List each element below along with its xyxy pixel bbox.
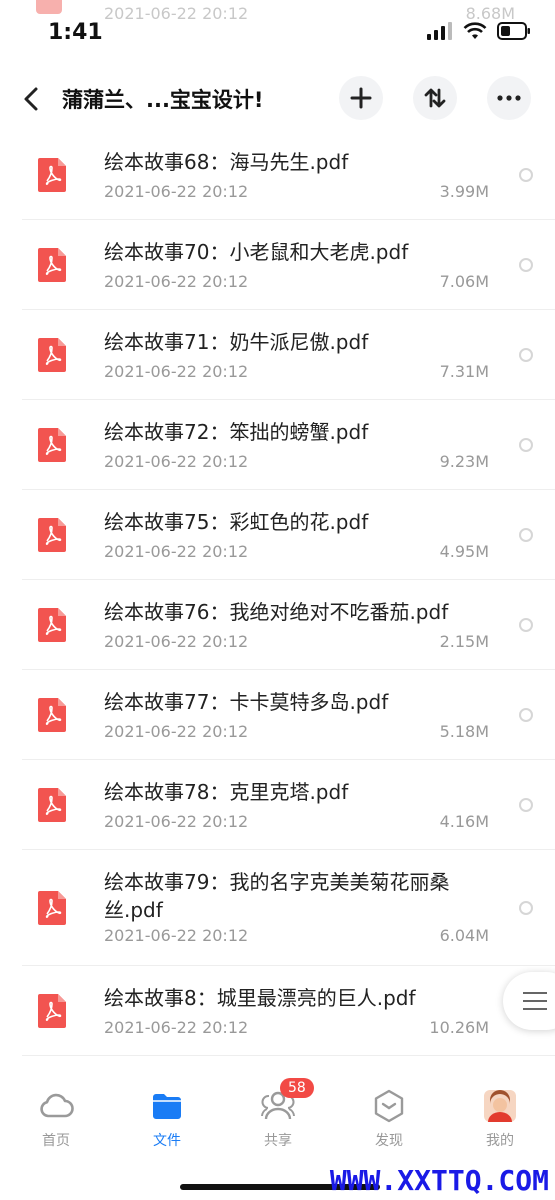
- file-date: 2021-06-22 20:12: [104, 542, 249, 561]
- sort-button[interactable]: [413, 76, 457, 120]
- menu-icon-line: [523, 1008, 547, 1010]
- floating-menu-button[interactable]: [503, 972, 555, 1030]
- file-size: 4.16M: [439, 812, 489, 831]
- file-name: 绘本故事68：海马先生.pdf: [104, 150, 349, 174]
- file-name: 绘本故事70：小老鼠和大老虎.pdf: [104, 240, 409, 264]
- file-list: 绘本故事68：海马先生.pdf 2021-06-22 20:12 3.99M 绘本故事…: [0, 130, 555, 1080]
- file-row[interactable]: 绘本故事72：笨拙的螃蟹.pdf 2021-06-22 20:12 9.23M: [22, 400, 555, 490]
- folder-icon: [153, 1094, 181, 1119]
- pdf-icon: [38, 427, 66, 462]
- pdf-icon: [38, 517, 66, 552]
- file-row[interactable]: 绘本故事71：奶牛派尼傲.pdf 2021-06-22 20:12 7.31M: [22, 310, 555, 400]
- select-radio[interactable]: [519, 900, 533, 915]
- select-radio[interactable]: [519, 437, 533, 452]
- select-radio[interactable]: [519, 257, 533, 272]
- file-size: 6.04M: [439, 926, 489, 945]
- more-icon: [497, 95, 521, 101]
- add-button[interactable]: [339, 76, 383, 120]
- pdf-icon: [38, 787, 66, 822]
- file-date: 2021-06-22 20:12: [104, 632, 249, 651]
- file-date: 2021-06-22 20:12: [104, 812, 249, 831]
- file-name: 绘本故事76：我绝对绝对不吃番茄.pdf: [104, 600, 449, 624]
- file-name: 绘本故事71：奶牛派尼傲.pdf: [104, 330, 369, 354]
- menu-icon: [523, 992, 547, 994]
- file-row[interactable]: 绘本故事76：我绝对绝对不吃番茄.pdf 2021-06-22 20:12 2.15…: [22, 580, 555, 670]
- file-row[interactable]: 绘本故事77：卡卡莫特多岛.pdf 2021-06-22 20:12 5.18M: [22, 670, 555, 760]
- file-name: 绘本故事8：城里最漂亮的巨人.pdf: [104, 986, 416, 1010]
- share-badge: 58: [280, 1078, 314, 1098]
- pdf-icon: [38, 157, 66, 192]
- file-row[interactable]: 绘本故事8：城里最漂亮的巨人.pdf 2021-06-22 20:12 10.26M: [22, 966, 555, 1056]
- file-name: 绘本故事77：卡卡莫特多岛.pdf: [104, 690, 389, 714]
- file-name: 绘本故事78：克里克塔.pdf: [104, 780, 349, 804]
- file-size: 4.95M: [439, 542, 489, 561]
- file-row[interactable]: 绘本故事68：海马先生.pdf 2021-06-22 20:12 3.99M: [22, 130, 555, 220]
- file-date: 2021-06-22 20:12: [104, 182, 249, 201]
- tab-label: 发现: [375, 1133, 403, 1149]
- file-row[interactable]: 绘本故事70：小老鼠和大老虎.pdf 2021-06-22 20:12 7.06M: [22, 220, 555, 310]
- file-row[interactable]: 绘本故事75：彩虹色的花.pdf 2021-06-22 20:12 4.95M: [22, 490, 555, 580]
- tab-label: 我的: [486, 1133, 514, 1149]
- pdf-icon: [38, 993, 66, 1028]
- status-icons: [427, 22, 531, 40]
- select-radio[interactable]: [519, 707, 533, 722]
- nav-bar: 蒲蒲兰、...宝宝设计!: [0, 70, 555, 128]
- file-size: 9.23M: [439, 452, 489, 471]
- plus-icon: [350, 87, 372, 109]
- pdf-icon: [38, 337, 66, 372]
- signal-icon: [427, 22, 452, 40]
- pdf-icon: [36, 0, 62, 14]
- file-date: 2021-06-22 20:12: [104, 722, 249, 741]
- back-icon[interactable]: [18, 84, 46, 114]
- file-name: 绘本故事75：彩虹色的花.pdf: [104, 510, 369, 534]
- file-size: 5.18M: [439, 722, 489, 741]
- tab-label: 文件: [153, 1133, 181, 1149]
- page-title: 蒲蒲兰、...宝宝设计!: [62, 88, 264, 112]
- discover-icon: [374, 1089, 404, 1123]
- select-radio[interactable]: [519, 347, 533, 362]
- file-row[interactable]: 绘本故事78：克里克塔.pdf 2021-06-22 20:12 4.16M: [22, 760, 555, 850]
- tab-label: 首页: [42, 1133, 70, 1149]
- battery-icon: [497, 22, 530, 40]
- avatar: [484, 1090, 516, 1122]
- tab-share[interactable]: 58 共享: [238, 1078, 318, 1150]
- file-size: 7.31M: [439, 362, 489, 381]
- wifi-icon: [463, 22, 487, 39]
- file-date: 2021-06-22 20:12: [104, 926, 249, 945]
- file-name: 绘本故事79：我的名字克美美菊花丽桑丝.pdf: [104, 870, 450, 922]
- pdf-icon: [38, 697, 66, 732]
- file-size: 7.06M: [439, 272, 489, 291]
- file-size: 3.99M: [439, 182, 489, 201]
- select-radio[interactable]: [519, 527, 533, 542]
- select-radio[interactable]: [519, 797, 533, 812]
- tab-files[interactable]: 文件: [127, 1088, 207, 1150]
- file-size: 8.68M: [465, 4, 515, 23]
- tab-label: 共享: [264, 1133, 292, 1149]
- sort-icon: [424, 88, 446, 108]
- pdf-icon: [38, 247, 66, 282]
- tab-discover[interactable]: 发现: [349, 1088, 429, 1150]
- watermark: WWW.XXTTQ.COM: [329, 1164, 549, 1197]
- more-button[interactable]: [487, 76, 531, 120]
- select-radio[interactable]: [519, 167, 533, 182]
- tab-home[interactable]: 首页: [16, 1088, 96, 1150]
- file-name: 绘本故事72：笨拙的螃蟹.pdf: [104, 420, 369, 444]
- select-radio[interactable]: [519, 617, 533, 632]
- file-size: 2.15M: [439, 632, 489, 651]
- status-time: 1:41: [48, 20, 103, 45]
- file-date: 2021-06-22 20:12: [104, 1018, 249, 1037]
- file-date: 2021-06-22 20:12: [104, 4, 249, 23]
- scrolled-file-row: 2021-06-22 20:12 8.68M: [104, 0, 515, 24]
- tab-me[interactable]: 我的: [460, 1088, 540, 1150]
- status-bar: 2021-06-22 20:12 8.68M 1:41: [0, 0, 555, 62]
- menu-icon-line: [523, 1000, 547, 1002]
- file-date: 2021-06-22 20:12: [104, 452, 249, 471]
- pdf-icon: [38, 607, 66, 642]
- file-date: 2021-06-22 20:12: [104, 272, 249, 291]
- file-row[interactable]: 绘本故事79：我的名字克美美菊花丽桑丝.pdf 2021-06-22 20:12 6…: [22, 850, 555, 966]
- pdf-icon: [38, 890, 66, 925]
- file-size: 10.26M: [429, 1018, 489, 1037]
- file-date: 2021-06-22 20:12: [104, 362, 249, 381]
- cloud-icon: [40, 1093, 74, 1118]
